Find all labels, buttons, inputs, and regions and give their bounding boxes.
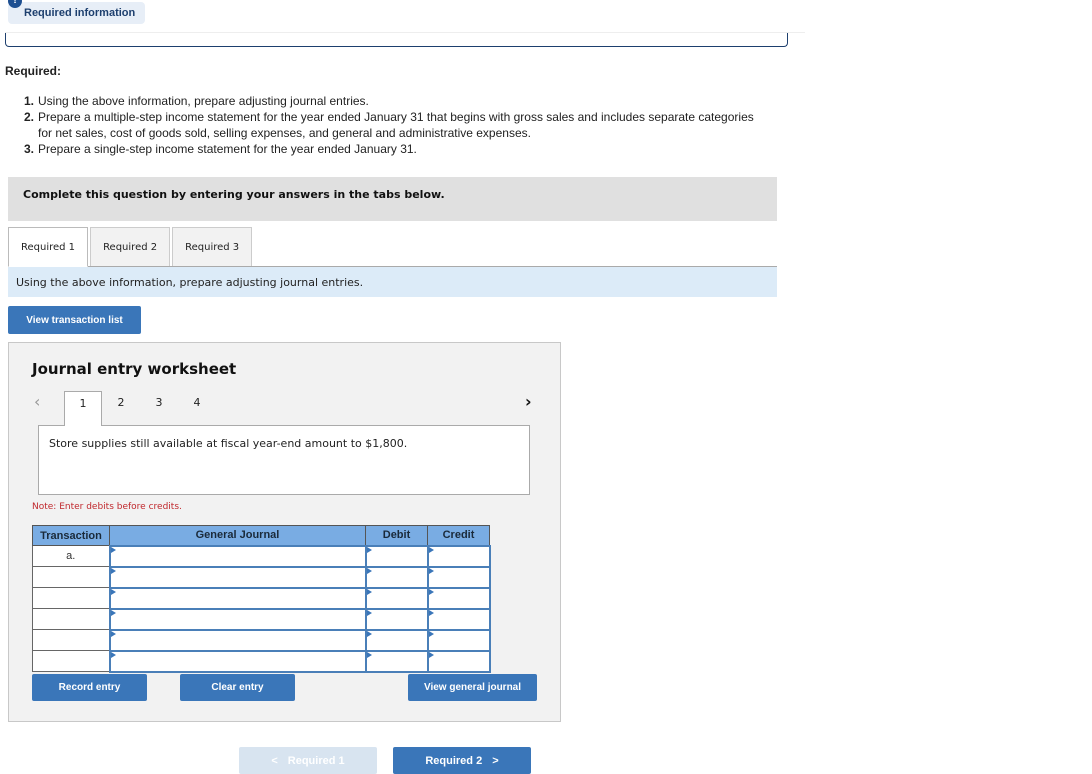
chevron-right-icon: > — [492, 754, 499, 767]
instructions-text: Complete this question by entering your … — [23, 188, 445, 201]
requirement-item: 1. Using the above information, prepare a… — [24, 93, 764, 109]
credit-input[interactable] — [428, 568, 489, 588]
requirement-number: 1. — [24, 94, 35, 108]
credit-input[interactable] — [428, 589, 489, 609]
account-input[interactable] — [110, 610, 365, 630]
required-information-label: Required information — [24, 7, 136, 19]
transaction-cell — [32, 629, 110, 651]
account-input[interactable] — [110, 568, 365, 588]
header-debit: Debit — [365, 525, 428, 546]
journal-row: a. — [32, 544, 491, 568]
debits-note: Note: Enter debits before credits. — [32, 502, 182, 512]
requirement-tabs: Required 1 Required 2 Required 3 — [8, 227, 254, 267]
required-information-panel — [5, 33, 788, 47]
debit-input[interactable] — [366, 610, 427, 630]
debit-input[interactable] — [366, 568, 427, 588]
journal-row — [32, 586, 491, 610]
worksheet-page-3[interactable]: 3 — [140, 391, 178, 425]
transaction-cell: a. — [32, 545, 110, 567]
tab-required-1[interactable]: Required 1 — [8, 227, 89, 267]
journal-row — [32, 565, 491, 589]
worksheet-pager: 1 2 3 4 — [64, 391, 216, 426]
requirement-text: Prepare a multiple-step income statement… — [38, 110, 754, 140]
record-entry-button[interactable]: Record entry — [32, 674, 147, 701]
account-input[interactable] — [110, 589, 365, 609]
transaction-description: Store supplies still available at fiscal… — [38, 425, 530, 495]
tab-instruction-bar: Using the above information, prepare adj… — [8, 266, 777, 297]
chevron-right-icon[interactable]: › — [525, 392, 532, 411]
worksheet-title: Journal entry worksheet — [32, 360, 237, 378]
transaction-cell — [32, 566, 110, 588]
credit-input[interactable] — [428, 610, 489, 630]
worksheet-page-4[interactable]: 4 — [178, 391, 216, 425]
journal-entry-worksheet: Journal entry worksheet ‹ 1 2 3 4 › Stor… — [8, 342, 561, 722]
transaction-cell — [32, 587, 110, 609]
requirement-item: 2. Prepare a multiple-step income stateme… — [24, 109, 764, 141]
header-credit: Credit — [427, 525, 490, 546]
clear-entry-button[interactable]: Clear entry — [180, 674, 295, 701]
chevron-left-icon: < — [271, 754, 278, 767]
credit-input[interactable] — [428, 652, 489, 672]
tab-required-3[interactable]: Required 3 — [172, 227, 253, 267]
account-input[interactable] — [110, 631, 365, 651]
header-general-journal: General Journal — [109, 525, 366, 546]
journal-table-header: Transaction General Journal Debit Credit — [32, 525, 490, 546]
tab-required-2[interactable]: Required 2 — [90, 227, 171, 267]
journal-table: Transaction General Journal Debit Credit… — [32, 525, 491, 673]
transaction-description-text: Store supplies still available at fiscal… — [49, 437, 408, 450]
next-required-label: Required 2 — [425, 754, 483, 767]
required-heading: Required: — [5, 64, 62, 78]
transaction-cell — [32, 650, 110, 672]
header-transaction: Transaction — [32, 525, 110, 546]
debit-input[interactable] — [366, 631, 427, 651]
requirement-number: 2. — [24, 110, 35, 124]
journal-row — [32, 649, 491, 673]
tab-instruction-text: Using the above information, prepare adj… — [16, 276, 364, 289]
credit-input[interactable] — [428, 547, 489, 567]
journal-row — [32, 628, 491, 652]
journal-row — [32, 607, 491, 631]
requirement-item: 3. Prepare a single-step income statement… — [24, 141, 764, 157]
credit-input[interactable] — [428, 631, 489, 651]
chevron-left-icon[interactable]: ‹ — [34, 392, 40, 411]
debit-input[interactable] — [366, 547, 427, 567]
worksheet-page-1[interactable]: 1 — [64, 391, 102, 426]
view-transaction-list-button[interactable]: View transaction list — [8, 306, 141, 334]
instructions-banner: Complete this question by entering your … — [8, 177, 777, 221]
debit-input[interactable] — [366, 652, 427, 672]
required-information-badge[interactable]: Required information — [8, 2, 146, 24]
account-input[interactable] — [110, 547, 365, 567]
previous-required-label: Required 1 — [287, 754, 345, 767]
requirement-number: 3. — [24, 142, 35, 156]
view-general-journal-button[interactable]: View general journal — [408, 674, 537, 701]
transaction-cell — [32, 608, 110, 630]
requirements-list: 1. Using the above information, prepare a… — [24, 93, 764, 157]
requirement-text: Using the above information, prepare adj… — [38, 94, 369, 108]
debit-input[interactable] — [366, 589, 427, 609]
worksheet-page-2[interactable]: 2 — [102, 391, 140, 425]
requirement-text: Prepare a single-step income statement f… — [38, 142, 417, 156]
account-input[interactable] — [110, 652, 365, 672]
